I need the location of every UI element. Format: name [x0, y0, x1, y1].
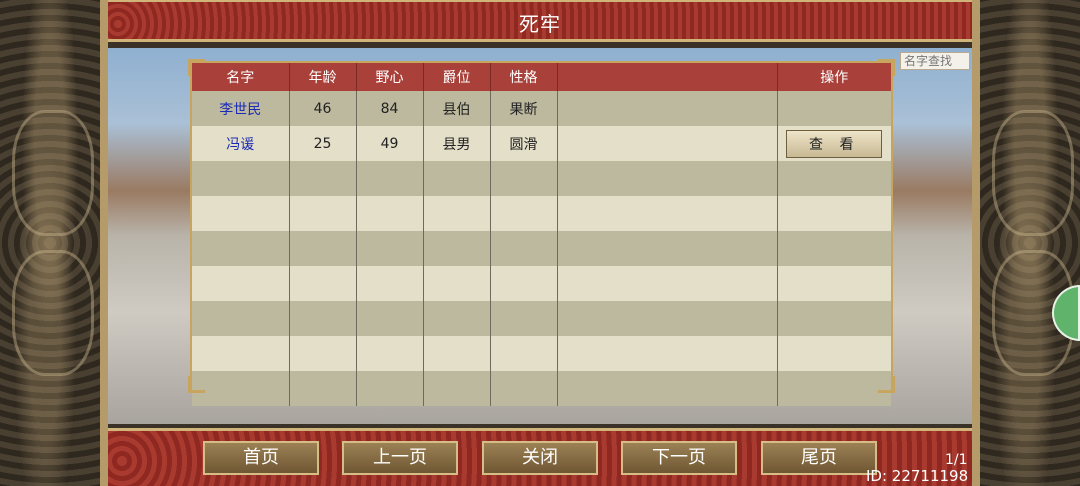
empty-table-row [192, 371, 891, 406]
column-header-personality: 性格 [490, 63, 558, 91]
prisoner-table: 名字 年龄 野心 爵位 性格 操作 李世民 46 84 县伯 果断 冯谖 25 [192, 63, 891, 406]
view-button[interactable]: 查 看 [786, 129, 883, 158]
last-page-button[interactable]: 尾页 [761, 441, 877, 475]
close-button[interactable]: 关闭 [482, 441, 598, 475]
empty-table-row [192, 196, 891, 231]
cell-personality: 果断 [490, 91, 558, 126]
dragon-ornament-icon [992, 110, 1074, 236]
cell-blank [557, 126, 778, 161]
right-dragon-panel [972, 0, 1080, 486]
column-header-action: 操作 [777, 63, 891, 91]
cell-name[interactable]: 冯谖 [192, 126, 290, 161]
table-header-row: 名字 年龄 野心 爵位 性格 操作 [192, 63, 891, 91]
cell-action: 查 看 [777, 126, 891, 161]
first-page-button[interactable]: 首页 [203, 441, 319, 475]
dragon-ornament-icon [12, 110, 94, 236]
table-row: 李世民 46 84 县伯 果断 [192, 91, 891, 126]
corner-ornament-icon [188, 376, 205, 393]
empty-table-row [192, 266, 891, 301]
title-bar: 死牢 [108, 0, 972, 42]
cell-ambition: 84 [356, 91, 424, 126]
cell-blank [557, 91, 778, 126]
player-id: ID: 22711198 [866, 467, 969, 485]
empty-table-row [192, 336, 891, 371]
corner-ornament-icon [188, 59, 205, 76]
cell-age: 46 [289, 91, 357, 126]
page-title: 死牢 [519, 12, 561, 36]
cell-age: 25 [289, 126, 357, 161]
corner-ornament-icon [878, 376, 895, 393]
empty-table-row [192, 301, 891, 336]
next-page-button[interactable]: 下一页 [621, 441, 737, 475]
left-dragon-panel [0, 0, 108, 486]
column-header-rank: 爵位 [423, 63, 491, 91]
column-header-name: 名字 [192, 63, 290, 91]
corner-ornament-icon [878, 59, 895, 76]
dragon-ornament-icon [12, 250, 94, 376]
column-header-blank [557, 63, 778, 91]
prev-page-button[interactable]: 上一页 [342, 441, 458, 475]
cell-personality: 圆滑 [490, 126, 558, 161]
column-header-ambition: 野心 [356, 63, 424, 91]
cell-name[interactable]: 李世民 [192, 91, 290, 126]
cell-action [777, 91, 891, 126]
name-search-input[interactable] [900, 52, 970, 70]
empty-table-row [192, 161, 891, 196]
cell-rank: 县伯 [423, 91, 491, 126]
cell-ambition: 49 [356, 126, 424, 161]
page-indicator: 1/1 [945, 452, 968, 468]
cell-rank: 县男 [423, 126, 491, 161]
empty-table-row [192, 231, 891, 266]
column-header-age: 年龄 [289, 63, 357, 91]
table-row: 冯谖 25 49 县男 圆滑 查 看 [192, 126, 891, 161]
prisoner-table-panel: 名字 年龄 野心 爵位 性格 操作 李世民 46 84 县伯 果断 冯谖 25 [188, 59, 895, 406]
